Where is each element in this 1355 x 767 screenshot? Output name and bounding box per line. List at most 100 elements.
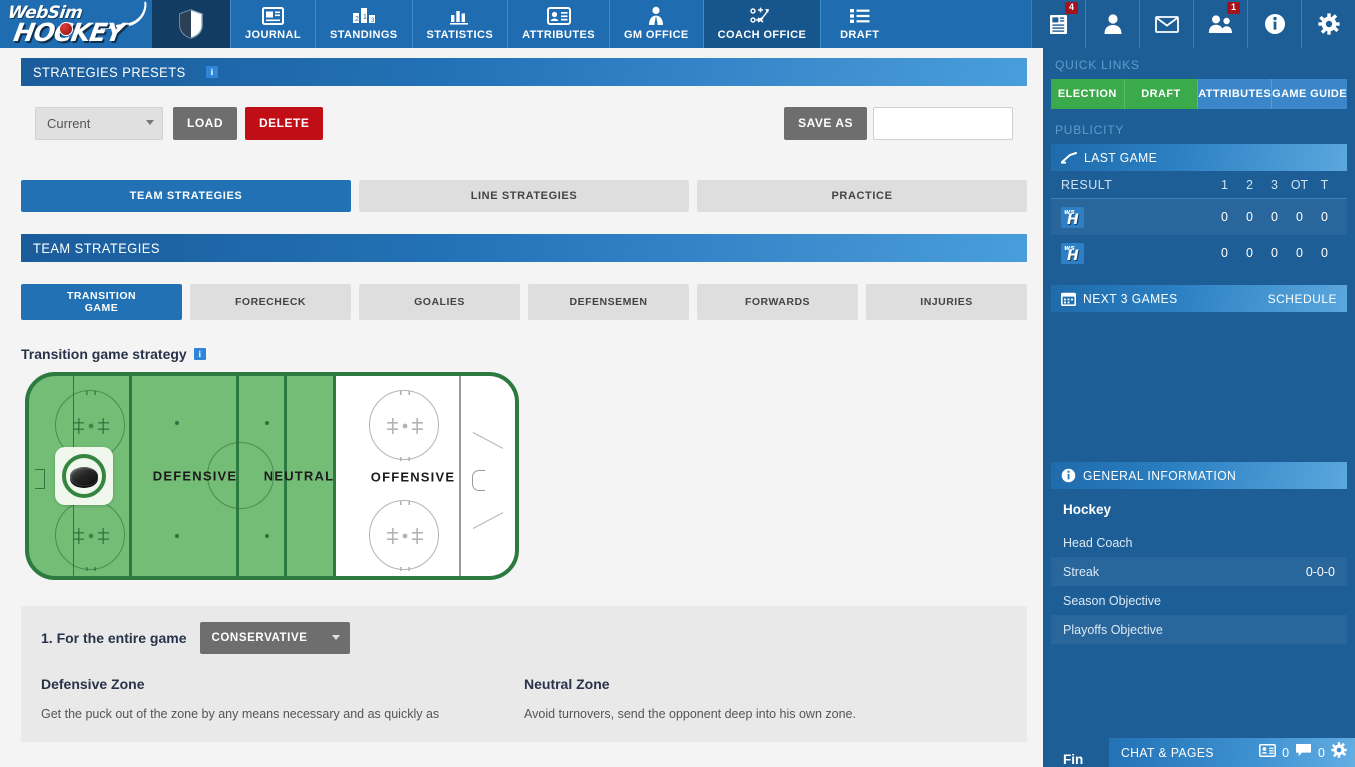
rink-goal-line-right — [459, 376, 461, 576]
transition-slider-handle[interactable] — [55, 447, 113, 505]
body-row: STRATEGIES PRESETS i Current LOAD DELETE… — [0, 48, 1355, 767]
transition-zone-selector[interactable]: DEFENSIVE NEUTRAL OFFENSIVE — [25, 372, 519, 580]
main-content: STRATEGIES PRESETS i Current LOAD DELETE… — [0, 48, 1043, 767]
strategy-select[interactable]: CONSERVATIVE — [200, 622, 351, 654]
app-root: WebSim HOCKEY — [0, 0, 1355, 767]
save-as-button[interactable]: SAVE AS — [784, 106, 867, 140]
chat-and-pages-bar[interactable]: CHAT & PAGES 0 0 — [1109, 738, 1355, 767]
quick-links-caption: QUICK LINKS — [1055, 58, 1140, 72]
zone-label-defensive[interactable]: DEFENSIVE — [153, 469, 237, 484]
quick-link-game-guide[interactable]: GAME GUIDE — [1272, 79, 1348, 109]
nav-item-journal[interactable]: JOURNAL — [230, 0, 315, 48]
faceoff-dot-nz-tl — [175, 421, 179, 425]
delete-preset-button[interactable]: DELETE — [245, 106, 324, 140]
nav-label-journal: JOURNAL — [245, 29, 301, 41]
strategy-question-label: 1. For the entire game — [41, 630, 187, 646]
nav-label-statistics: STATISTICS — [426, 29, 494, 41]
schedule-link[interactable]: SCHEDULE — [1268, 292, 1337, 306]
scoreboard-scores-home: 0 0 0 0 0 — [1212, 210, 1337, 224]
friends-badge: 1 — [1226, 2, 1240, 14]
general-info-row-head-coach[interactable]: Head Coach — [1051, 528, 1347, 557]
nav-label-draft: DRAFT — [840, 29, 880, 41]
score-away-p2: 0 — [1246, 246, 1253, 260]
strategy-tabs: TEAM STRATEGIES LINE STRATEGIES PRACTICE — [21, 180, 1027, 212]
nav-item-standings[interactable]: 2 1 3 STANDINGS — [314, 0, 412, 48]
quick-link-draft[interactable]: DRAFT — [1124, 79, 1199, 109]
quick-link-election[interactable]: ELECTION — [1051, 79, 1125, 109]
info-circle-icon — [1061, 468, 1076, 483]
news-icon-button[interactable]: 4 — [1031, 0, 1085, 48]
presets-info-icon[interactable]: i — [205, 66, 218, 78]
general-info-league: Hockey — [1063, 502, 1112, 517]
right-sidebar: QUICK LINKS ELECTION DRAFT ATTRIBUTES GA… — [1043, 48, 1355, 767]
subtab-goalies[interactable]: GOALIES — [359, 284, 520, 320]
faceoff-dot-nz-bl — [175, 534, 179, 538]
strategy-detail-card: 1. For the entire game CONSERVATIVE Defe… — [21, 606, 1027, 742]
nav-item-gm-office[interactable]: GM OFFICE — [608, 0, 703, 48]
nav-label-standings: STANDINGS — [329, 29, 398, 41]
nav-item-attributes[interactable]: ATTRIBUTES — [507, 0, 609, 48]
nav-item-statistics[interactable]: STATISTICS — [411, 0, 508, 48]
transition-info-icon[interactable]: i — [193, 348, 206, 360]
load-preset-button[interactable]: LOAD — [173, 106, 237, 140]
subtab-transition-line1: TRANSITION — [66, 289, 137, 302]
subtab-injuries[interactable]: INJURIES — [866, 284, 1027, 320]
brand-logo[interactable]: WebSim HOCKEY — [0, 0, 152, 48]
contacts-icon[interactable] — [1259, 743, 1277, 762]
scoreboard-row-away[interactable]: ws H 0 0 0 0 0 — [1051, 235, 1347, 271]
quick-link-attributes[interactable]: ATTRIBUTES — [1198, 79, 1273, 109]
defensive-zone-heading: Defensive Zone — [41, 676, 145, 692]
general-info-row-streak[interactable]: Streak 0-0-0 — [1051, 557, 1347, 586]
save-as-input[interactable] — [873, 106, 1013, 140]
tab-line-strategies[interactable]: LINE STRATEGIES — [359, 180, 689, 212]
coach-office-icon — [749, 6, 775, 26]
neutral-zone-text: Avoid turnovers, send the opponent deep … — [524, 707, 856, 721]
neutral-zone-column: Neutral Zone Avoid turnovers, send the o… — [524, 676, 1007, 724]
preset-select[interactable]: Current — [35, 106, 163, 140]
team-strategy-subtabs: TRANSITION GAME FORECHECK GOALIES DEFENS… — [21, 284, 1027, 320]
tab-team-strategies[interactable]: TEAM STRATEGIES — [21, 180, 351, 212]
gm-office-icon — [646, 6, 666, 26]
journal-icon — [261, 6, 284, 26]
tab-practice[interactable]: PRACTICE — [697, 180, 1027, 212]
info-icon-button[interactable] — [1247, 0, 1301, 48]
chat-bubble-icon[interactable] — [1295, 743, 1312, 762]
defensive-zone-text: Get the puck out of the zone by any mean… — [41, 707, 440, 721]
zone-label-neutral[interactable]: NEUTRAL — [264, 469, 335, 484]
settings-gear-icon-button[interactable] — [1301, 0, 1355, 48]
scoreboard-col-3: 3 — [1271, 177, 1278, 192]
faceoff-circle-oz-top — [369, 390, 439, 461]
friends-icon-button[interactable]: 1 — [1193, 0, 1247, 48]
score-away-total: 0 — [1321, 246, 1328, 260]
subtab-forwards[interactable]: FORWARDS — [697, 284, 858, 320]
chat-settings-gear-icon[interactable] — [1331, 742, 1347, 763]
nav-item-draft[interactable]: DRAFT — [820, 0, 898, 48]
subtab-transition-game[interactable]: TRANSITION GAME — [21, 284, 182, 320]
attributes-icon — [546, 6, 571, 26]
standings-icon: 2 1 3 — [352, 6, 376, 26]
profile-icon-button[interactable] — [1085, 0, 1139, 48]
zone-label-offensive[interactable]: OFFENSIVE — [371, 470, 455, 485]
scoreboard-scores-away: 0 0 0 0 0 — [1212, 246, 1337, 260]
news-badge: 4 — [1064, 2, 1078, 14]
scoreboard-row-home[interactable]: ws H 0 0 0 0 0 — [1051, 199, 1347, 235]
quick-links-row: ELECTION DRAFT ATTRIBUTES GAME GUIDE — [1043, 79, 1355, 109]
puck-icon — [70, 466, 98, 486]
last-game-scoreboard: RESULT 1 2 3 OT T ws H 0 0 0 0 0 ws H 0 … — [1051, 171, 1347, 271]
general-info-row-playoffs-objective[interactable]: Playoffs Objective — [1051, 615, 1347, 644]
general-info-label-season-objective: Season Objective — [1063, 593, 1161, 608]
nav-item-coach-office[interactable]: COACH OFFICE — [702, 0, 821, 48]
general-info-label-head-coach: Head Coach — [1063, 535, 1133, 550]
chat-counters: 0 0 — [1259, 742, 1347, 763]
subtab-forecheck[interactable]: FORECHECK — [190, 284, 351, 320]
strategy-question-row: 1. For the entire game CONSERVATIVE — [41, 622, 1007, 654]
scoreboard-col-2: 2 — [1246, 177, 1253, 192]
general-info-label-playoffs-objective: Playoffs Objective — [1063, 622, 1163, 637]
mail-icon-button[interactable] — [1139, 0, 1193, 48]
scoreboard-header-row: RESULT 1 2 3 OT T — [1051, 171, 1347, 199]
svg-text:1: 1 — [363, 14, 367, 21]
score-home-p3: 0 — [1271, 210, 1278, 224]
nav-item-home-shield[interactable] — [152, 0, 230, 48]
subtab-defensemen[interactable]: DEFENSEMEN — [528, 284, 689, 320]
general-info-row-season-objective[interactable]: Season Objective — [1051, 586, 1347, 615]
